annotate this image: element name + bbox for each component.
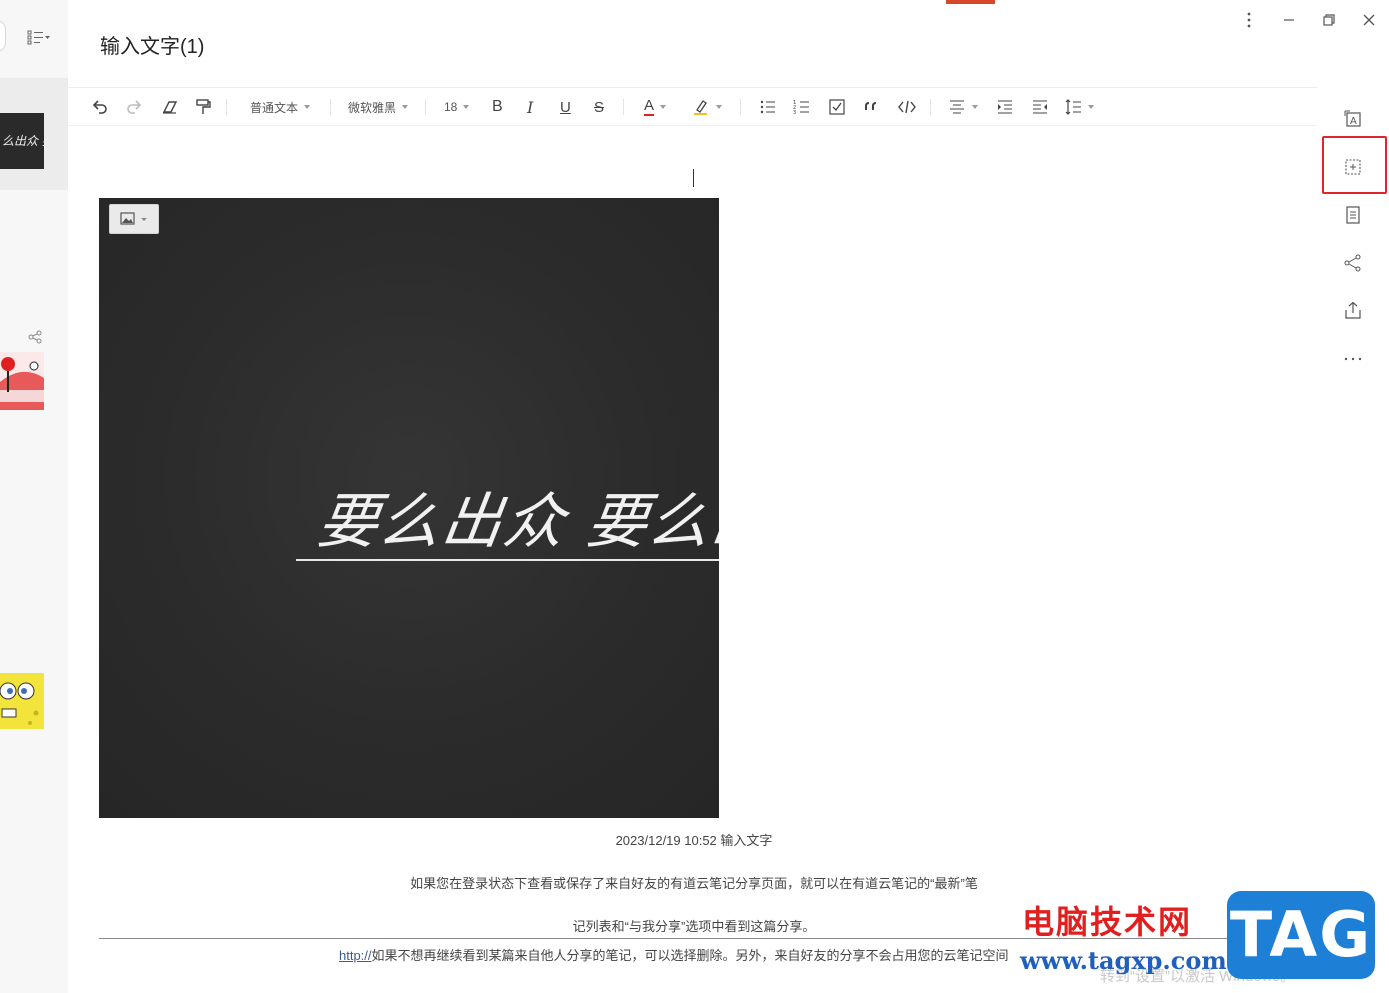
- undo-icon[interactable]: [90, 96, 110, 118]
- note-thumbnail-sponge[interactable]: [0, 673, 44, 729]
- restore-icon[interactable]: [1317, 8, 1341, 32]
- calligraphy-underline: [296, 559, 719, 561]
- line-height-icon[interactable]: [1064, 96, 1094, 118]
- underline-label: U: [560, 98, 571, 116]
- note-paragraph-3-text: 如果不想再继续看到某篇来自他人分享的笔记，可以选择删除。另外，来自好友的分享不会…: [371, 948, 1009, 963]
- svg-text:A: A: [1350, 116, 1357, 127]
- bold-label: B: [492, 98, 503, 115]
- search-box-edge[interactable]: [0, 20, 6, 52]
- bullet-list-icon[interactable]: [759, 96, 777, 118]
- indent-icon[interactable]: [996, 96, 1014, 118]
- outdent-icon[interactable]: [1031, 96, 1049, 118]
- svg-text:3: 3: [793, 110, 796, 116]
- share-icon[interactable]: [1342, 252, 1364, 274]
- code-icon[interactable]: [897, 96, 917, 118]
- image-calligraphy-text: 要么出众 要么出局: [313, 487, 719, 557]
- text-recognition-icon[interactable]: A: [1342, 108, 1364, 130]
- strikethrough-label: S: [594, 98, 605, 116]
- list-view-icon[interactable]: [26, 28, 52, 46]
- minimize-icon[interactable]: [1277, 8, 1301, 32]
- more-options-icon[interactable]: [1237, 8, 1261, 32]
- more-icon[interactable]: [1342, 348, 1364, 370]
- underline-button[interactable]: U: [560, 96, 571, 118]
- http-link[interactable]: http://: [339, 948, 372, 963]
- paragraph-style-value: 普通文本: [250, 100, 299, 115]
- format-painter-icon[interactable]: [193, 96, 213, 118]
- watermark-site-name: 电脑技术网: [1022, 903, 1193, 941]
- font-family-select[interactable]: 微软雅黑: [348, 96, 409, 118]
- font-color-button[interactable]: A: [644, 96, 667, 118]
- numbered-list-icon[interactable]: 123: [793, 96, 811, 118]
- share-icon: [28, 330, 42, 344]
- document-outline-icon[interactable]: [1342, 204, 1364, 226]
- watermark-url: www.tagxp.com: [1020, 946, 1227, 975]
- italic-label: I: [527, 97, 534, 117]
- image-options-button[interactable]: [109, 204, 159, 234]
- redo-icon[interactable]: [124, 96, 144, 118]
- font-size-select[interactable]: 18: [444, 96, 470, 118]
- note-editor-window: 么出众 要 输入文字(1): [0, 0, 1389, 993]
- note-image[interactable]: 要么出众 要么出局: [99, 198, 719, 818]
- italic-button[interactable]: I: [527, 96, 533, 118]
- checkbox-list-icon[interactable]: [828, 96, 846, 118]
- close-icon[interactable]: [1357, 8, 1381, 32]
- bold-button[interactable]: B: [492, 96, 503, 118]
- paragraph-style-select[interactable]: 普通文本: [250, 96, 311, 118]
- note-thumbnail-image[interactable]: 么出众 要: [0, 113, 44, 169]
- font-family-value: 微软雅黑: [348, 100, 397, 115]
- font-size-value: 18: [444, 100, 458, 114]
- export-icon[interactable]: [1342, 300, 1364, 322]
- note-paragraph-1: 如果您在登录状态下查看或保存了来自好友的有道云笔记分享页面，就可以在有道云笔记的…: [410, 876, 978, 891]
- strikethrough-button[interactable]: S: [594, 96, 604, 118]
- highlight-color-button[interactable]: [692, 96, 722, 118]
- note-caption: 2023/12/19 10:52 输入文字: [615, 833, 773, 848]
- tab-indicator: [946, 0, 995, 4]
- text-cursor: [693, 169, 694, 187]
- note-list-panel: 么出众 要: [0, 0, 68, 993]
- eraser-icon[interactable]: [160, 96, 180, 118]
- quote-icon[interactable]: [863, 96, 881, 118]
- formatting-toolbar: 普通文本 微软雅黑 18 B I U S A 1 2 3: [68, 88, 1317, 126]
- note-title[interactable]: 输入文字(1): [100, 30, 204, 59]
- note-thumbnail-cartoon[interactable]: [0, 352, 44, 410]
- note-paragraph-3: http://如果不想再继续看到某篇来自他人分享的笔记，可以选择删除。另外，来自…: [339, 945, 1009, 964]
- font-color-label: A: [644, 97, 655, 116]
- watermark-tag-logo: TAG: [1227, 891, 1375, 979]
- insert-block-icon[interactable]: [1342, 156, 1364, 178]
- align-center-icon[interactable]: [948, 96, 978, 118]
